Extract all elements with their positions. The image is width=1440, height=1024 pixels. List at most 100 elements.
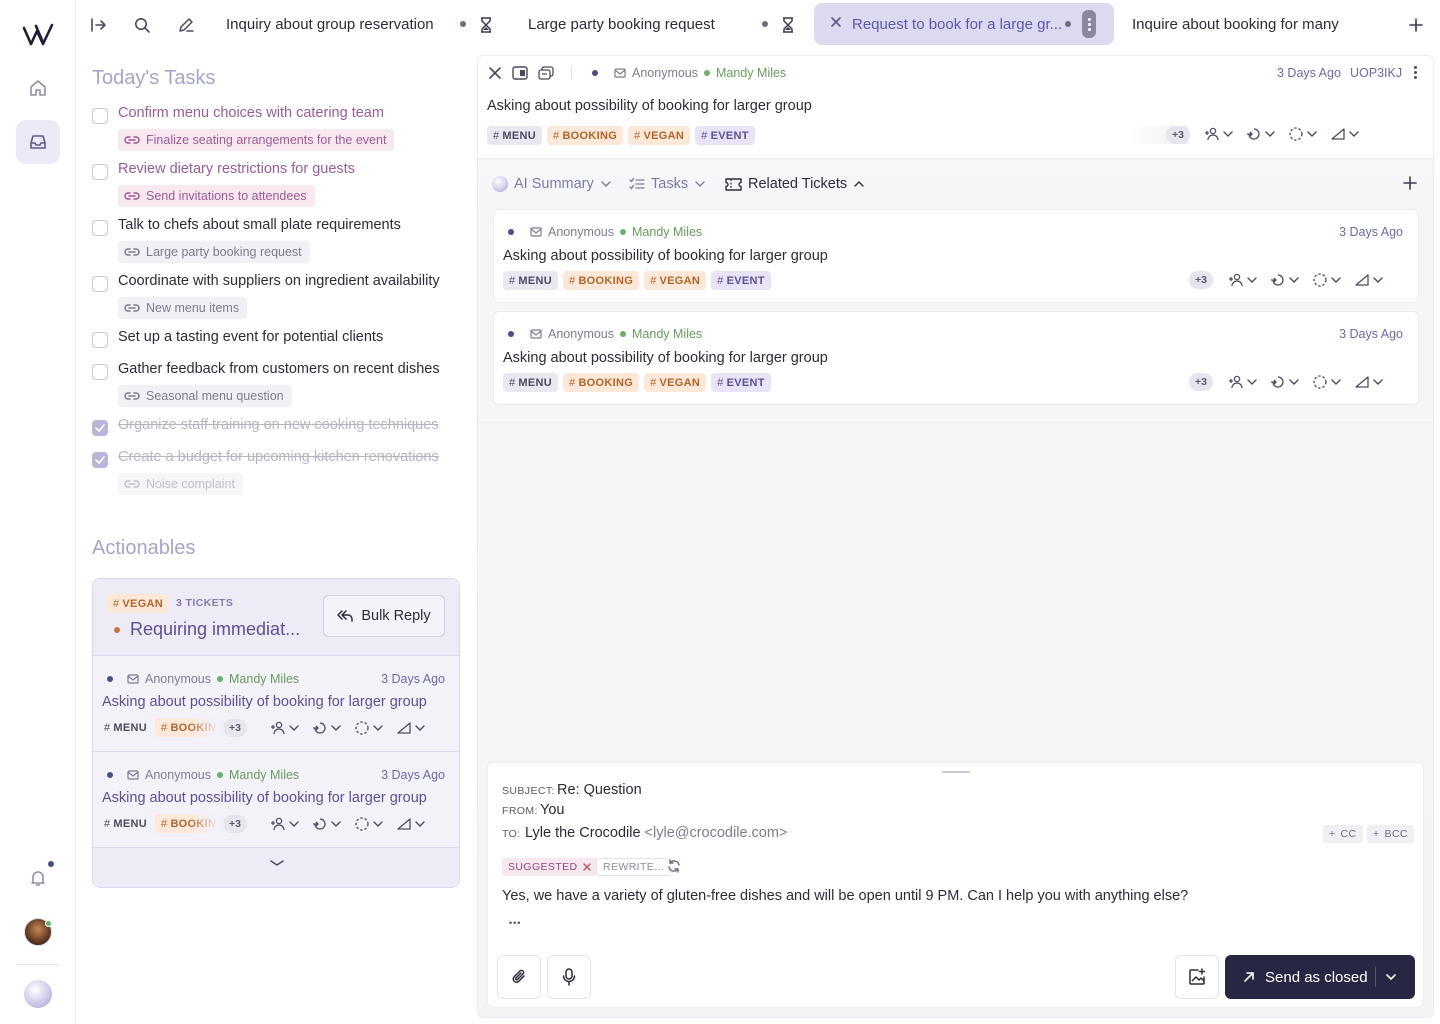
task-checkbox-checked[interactable] [92, 420, 108, 436]
task-text[interactable]: Create a budget for upcoming kitchen ren… [118, 449, 439, 465]
chevron-down-icon[interactable] [1385, 973, 1397, 981]
dismiss-suggestion-icon[interactable] [582, 863, 591, 871]
tag-vegan[interactable]: # VEGAN [644, 271, 707, 290]
priority-icon[interactable] [1354, 273, 1384, 287]
assign-user-icon[interactable] [1204, 127, 1234, 141]
home-icon[interactable] [16, 66, 60, 110]
voice-button[interactable] [547, 955, 591, 999]
snooze-icon[interactable] [312, 816, 342, 832]
tab-inquiry-group-reservation[interactable]: Inquiry about group reservation [226, 16, 434, 33]
tag-booking[interactable]: # BOOKING [547, 126, 624, 145]
new-tab-plus-icon[interactable] [1403, 12, 1429, 38]
notifications-icon[interactable] [16, 856, 60, 900]
compose-icon[interactable] [173, 12, 199, 38]
search-icon[interactable] [129, 12, 155, 38]
resize-handle[interactable] [942, 771, 970, 773]
tag-menu[interactable]: # MENU [503, 271, 559, 290]
tab-inquire-booking-many[interactable]: Inquire about booking for many [1132, 16, 1339, 33]
close-ticket-icon[interactable] [488, 66, 502, 80]
add-related-plus-icon[interactable] [1403, 176, 1417, 190]
task-text[interactable]: Organize staff training on new cooking t… [118, 417, 439, 433]
add-cc-button[interactable]: + CC [1323, 825, 1363, 843]
task-text[interactable]: Review dietary restrictions for guests [118, 161, 355, 177]
tag-booking[interactable]: # BOOKING [563, 373, 640, 392]
ticket-id[interactable]: UOP3IKJ [1350, 66, 1402, 80]
status-circle-icon[interactable] [354, 720, 384, 736]
group-title[interactable]: Requiring immediat... [130, 619, 300, 640]
app-logo-icon[interactable] [22, 22, 54, 48]
task-text[interactable]: Confirm menu choices with catering team [118, 105, 384, 121]
expand-group-button[interactable] [93, 847, 459, 877]
tag-menu[interactable]: # MENU [487, 126, 543, 145]
send-as-closed-button[interactable]: Send as closed [1225, 955, 1415, 999]
tag-vegan[interactable]: # VEGAN [628, 126, 691, 145]
tag-vegan[interactable]: # VEGAN [644, 373, 707, 392]
regenerate-icon[interactable] [667, 859, 681, 873]
rewrite-button[interactable]: REWRITE... [596, 858, 672, 876]
collapse-sidebar-icon[interactable] [86, 12, 112, 38]
actionable-ticket-card[interactable]: Anonymous Mandy Miles 3 Days Ago Asking … [93, 751, 459, 847]
task-linked-ticket[interactable]: New menu items [118, 297, 248, 319]
snooze-icon[interactable] [1246, 126, 1276, 142]
split-view-icon[interactable] [512, 66, 528, 80]
snooze-icon[interactable] [312, 720, 342, 736]
suggested-badge[interactable]: SUGGESTED [502, 858, 597, 876]
attach-button[interactable] [497, 955, 541, 999]
priority-icon[interactable] [1354, 375, 1384, 389]
status-circle-icon[interactable] [1288, 126, 1318, 142]
status-circle-icon[interactable] [354, 816, 384, 832]
to-field[interactable]: Lyle the Crocodile <lyle@crocodile.com> [525, 825, 787, 841]
priority-icon[interactable] [1330, 127, 1360, 141]
snooze-icon[interactable] [1270, 272, 1300, 288]
task-text[interactable]: Gather feedback from customers on recent… [118, 361, 440, 377]
tag-menu[interactable]: # MENU [503, 373, 559, 392]
duplicate-icon[interactable] [538, 66, 554, 80]
tab-more-icon[interactable] [1082, 10, 1096, 38]
actionable-ticket-card[interactable]: Anonymous Mandy Miles 3 Days Ago Asking … [93, 655, 459, 751]
tag-event[interactable]: # EVENT [711, 373, 771, 392]
snooze-icon[interactable] [1270, 374, 1300, 390]
priority-icon[interactable] [396, 721, 426, 735]
user-avatar[interactable] [24, 918, 52, 946]
task-checkbox[interactable] [92, 108, 108, 124]
more-tags-badge[interactable]: +3 [1189, 373, 1213, 391]
tag-event[interactable]: # EVENT [711, 271, 771, 290]
task-checkbox[interactable] [92, 164, 108, 180]
task-linked-ticket[interactable]: Finalize seating arrangements for the ev… [118, 129, 395, 151]
task-checkbox-checked[interactable] [92, 452, 108, 468]
more-tags-badge[interactable]: +3 [223, 718, 247, 737]
tab-request-book-large-group[interactable]: Request to book for a large gr... [814, 3, 1114, 45]
from-field[interactable]: You [540, 802, 564, 818]
more-tags-badge[interactable]: +3 [223, 814, 247, 833]
task-checkbox[interactable] [92, 364, 108, 380]
tab-large-party-booking[interactable]: Large party booking request [528, 16, 715, 33]
status-circle-icon[interactable] [1312, 272, 1342, 288]
subject-field[interactable]: Re: Question [557, 782, 642, 798]
assign-user-icon[interactable] [270, 817, 300, 831]
related-ticket-card[interactable]: Anonymous Mandy Miles 3 Days Ago Asking … [493, 209, 1419, 303]
workspace-orb-icon[interactable] [24, 980, 52, 1008]
more-tags-badge[interactable]: +3 [1189, 271, 1213, 289]
bulk-reply-button[interactable]: Bulk Reply [323, 595, 445, 637]
assign-user-icon[interactable] [1228, 375, 1258, 389]
tab-related-tickets[interactable]: Related Tickets [725, 176, 865, 192]
task-linked-ticket[interactable]: Send invitations to attendees [118, 185, 315, 207]
ticket-more-icon[interactable] [1414, 66, 1417, 79]
tab-ai-summary[interactable]: AI Summary [492, 176, 612, 192]
insert-image-button[interactable] [1175, 955, 1219, 999]
assign-user-icon[interactable] [1228, 273, 1258, 287]
task-linked-ticket[interactable]: Seasonal menu question [118, 385, 292, 407]
task-linked-ticket[interactable]: Noise complaint [118, 473, 243, 495]
inbox-icon[interactable] [16, 120, 60, 164]
task-linked-ticket[interactable]: Large party booking request [118, 241, 310, 263]
ticket-subject[interactable]: Asking about possibility of booking for … [487, 98, 812, 114]
priority-icon[interactable] [396, 817, 426, 831]
task-text[interactable]: Set up a tasting event for potential cli… [118, 329, 383, 345]
more-tags-badge[interactable]: +3 [1166, 126, 1190, 144]
tag-booking[interactable]: # BOOKING [563, 271, 640, 290]
close-tab-icon[interactable] [830, 16, 842, 28]
show-quoted-button[interactable]: ••• [509, 918, 521, 928]
task-text[interactable]: Talk to chefs about small plate requirem… [118, 217, 401, 233]
tag-event[interactable]: # EVENT [695, 126, 755, 145]
tab-tasks[interactable]: Tasks [629, 176, 706, 192]
